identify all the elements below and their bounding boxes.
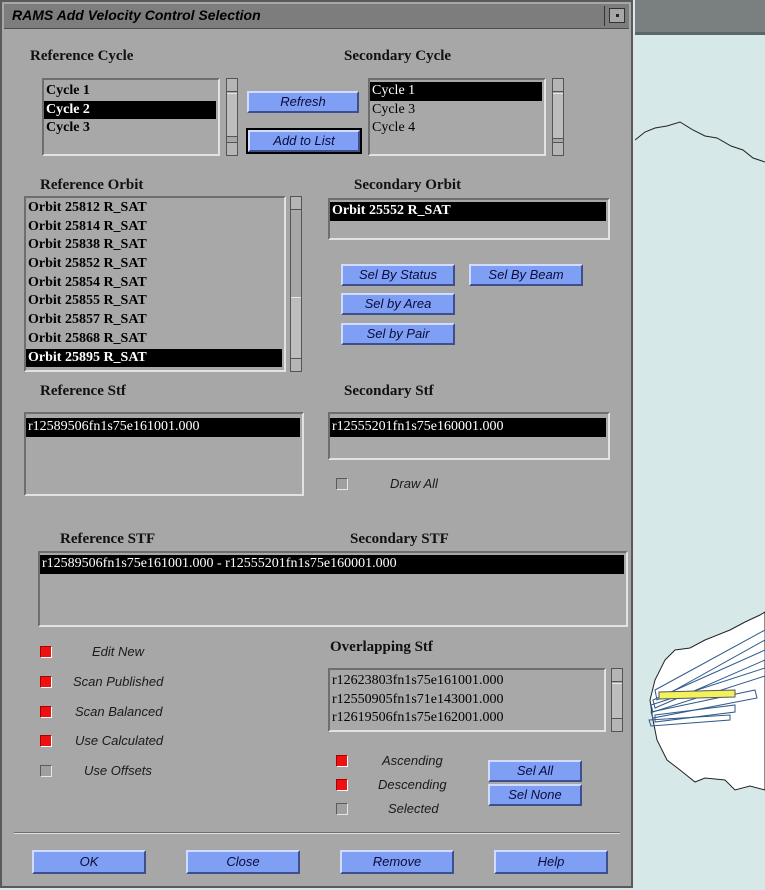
list-item[interactable]: Orbit 25854 R_SAT	[26, 274, 284, 293]
list-item[interactable]: Cycle 3	[370, 101, 544, 120]
scan-published-label: Scan Published	[73, 674, 164, 689]
scroll-up-arrow-icon[interactable]	[553, 79, 563, 92]
reference-stf-label: Reference Stf	[40, 383, 126, 399]
scroll-thumb[interactable]	[227, 93, 237, 137]
secondary-cycle-list[interactable]: Cycle 1 Cycle 3 Cycle 4	[368, 78, 546, 156]
map-graphics	[635, 0, 765, 791]
descending-label: Descending	[378, 777, 447, 792]
list-item[interactable]: Cycle 4	[370, 119, 544, 138]
list-item[interactable]: Cycle 3	[44, 119, 218, 138]
list-item[interactable]: Cycle 2	[44, 100, 216, 120]
sel-by-beam-button[interactable]: Sel By Beam	[469, 264, 583, 286]
draw-all-checkbox[interactable]	[336, 478, 348, 490]
scroll-down-arrow-icon[interactable]	[227, 142, 237, 155]
list-item[interactable]: Cycle 1	[44, 82, 218, 101]
reference-stf-list[interactable]: r12589506fn1s75e161001.000	[24, 412, 304, 496]
sel-none-button[interactable]: Sel None	[488, 784, 582, 806]
use-calculated-checkbox[interactable]	[40, 735, 52, 747]
bottom-divider	[14, 832, 620, 834]
secondary-stf-label: Secondary Stf	[344, 383, 434, 399]
list-item[interactable]: Orbit 25852 R_SAT	[26, 255, 284, 274]
list-item[interactable]: r12589506fn1s75e161001.000 - r12555201fn…	[40, 555, 624, 574]
map-view[interactable]	[635, 0, 765, 890]
scroll-down-arrow-icon[interactable]	[612, 718, 622, 731]
title-separator	[604, 6, 605, 26]
scroll-down-arrow-icon[interactable]	[291, 358, 301, 371]
overlapping-stf-list[interactable]: r12623803fn1s75e161001.000 r12550905fn1s…	[328, 668, 606, 732]
secondary-cycle-label: Secondary Cycle	[344, 48, 452, 64]
scroll-thumb[interactable]	[612, 683, 622, 719]
list-item[interactable]: Orbit 25857 R_SAT	[26, 311, 284, 330]
scroll-up-arrow-icon[interactable]	[612, 669, 622, 682]
title-bar[interactable]: RAMS Add Velocity Control Selection	[4, 4, 629, 29]
list-item[interactable]: Cycle 1	[370, 82, 542, 101]
edit-new-label: Edit New	[92, 644, 145, 659]
draw-all-label: Draw All	[390, 476, 438, 491]
scroll-thumb[interactable]	[291, 297, 301, 359]
selected-label: Selected	[388, 801, 439, 816]
reference-cycle-label: Reference Cycle	[30, 48, 134, 64]
list-item[interactable]: Orbit 25868 R_SAT	[26, 330, 284, 349]
list-item[interactable]: Orbit 25895 R_SAT	[26, 348, 282, 368]
overlapping-stf-label: Overlapping Stf	[330, 639, 433, 655]
scroll-up-arrow-icon[interactable]	[291, 197, 301, 210]
sel-by-area-button[interactable]: Sel by Area	[341, 293, 455, 315]
list-item[interactable]: Orbit 25814 R_SAT	[26, 218, 284, 237]
reference-cycle-scrollbar[interactable]	[226, 78, 238, 156]
list-item[interactable]: r12623803fn1s75e161001.000	[330, 672, 604, 691]
list-item[interactable]: Orbit 25812 R_SAT	[26, 199, 284, 218]
list-item[interactable]: r12619506fn1s75e162001.000	[330, 709, 604, 728]
overlapping-stf-scrollbar[interactable]	[611, 668, 623, 732]
use-offsets-label: Use Offsets	[84, 763, 152, 778]
reference-cycle-list[interactable]: Cycle 1 Cycle 2 Cycle 3	[42, 78, 220, 156]
list-item[interactable]: r12550905fn1s71e143001.000	[330, 691, 604, 710]
selected-checkbox[interactable]	[336, 803, 348, 815]
list-item[interactable]: r12589506fn1s75e161001.000	[26, 418, 300, 437]
window-title: RAMS Add Velocity Control Selection	[12, 7, 261, 23]
secondary-orbit-label: Secondary Orbit	[354, 177, 462, 193]
reference-orbit-scrollbar[interactable]	[290, 196, 302, 372]
window-menu-icon[interactable]	[609, 8, 625, 23]
list-item[interactable]: Orbit 25552 R_SAT	[330, 202, 606, 221]
edit-new-checkbox[interactable]	[40, 646, 52, 658]
secondary-stf-pair-label: Secondary STF	[350, 531, 449, 547]
remove-button[interactable]: Remove	[340, 850, 454, 874]
reference-orbit-label: Reference Orbit	[40, 177, 144, 193]
list-item[interactable]: Orbit 25855 R_SAT	[26, 292, 284, 311]
list-item[interactable]: Orbit 25838 R_SAT	[26, 236, 284, 255]
list-item[interactable]: r12555201fn1s75e160001.000	[330, 418, 606, 437]
scroll-down-arrow-icon[interactable]	[553, 142, 563, 155]
sel-all-button[interactable]: Sel All	[488, 760, 582, 782]
scan-published-checkbox[interactable]	[40, 676, 52, 688]
dialog-window: RAMS Add Velocity Control Selection Refe…	[0, 0, 633, 888]
scan-balanced-checkbox[interactable]	[40, 706, 52, 718]
sel-by-status-button[interactable]: Sel By Status	[341, 264, 455, 286]
secondary-stf-list[interactable]: r12555201fn1s75e160001.000	[328, 412, 610, 460]
secondary-orbit-list[interactable]: Orbit 25552 R_SAT	[328, 198, 610, 240]
scroll-thumb[interactable]	[553, 93, 563, 139]
help-button[interactable]: Help	[494, 850, 608, 874]
pair-list[interactable]: r12589506fn1s75e161001.000 - r12555201fn…	[38, 551, 628, 627]
descending-checkbox[interactable]	[336, 779, 348, 791]
ascending-label: Ascending	[382, 753, 443, 768]
scroll-up-arrow-icon[interactable]	[227, 79, 237, 92]
close-button[interactable]: Close	[186, 850, 300, 874]
use-offsets-checkbox[interactable]	[40, 765, 52, 777]
scan-balanced-label: Scan Balanced	[75, 704, 163, 719]
ok-button[interactable]: OK	[32, 850, 146, 874]
use-calculated-label: Use Calculated	[75, 733, 164, 748]
add-to-list-button[interactable]: Add to List	[246, 128, 362, 154]
secondary-cycle-scrollbar[interactable]	[552, 78, 564, 156]
ascending-checkbox[interactable]	[336, 755, 348, 767]
reference-orbit-list[interactable]: Orbit 25812 R_SAT Orbit 25814 R_SAT Orbi…	[24, 196, 286, 372]
reference-stf-pair-label: Reference STF	[60, 531, 156, 547]
sel-by-pair-button[interactable]: Sel by Pair	[341, 323, 455, 345]
refresh-button[interactable]: Refresh	[247, 91, 359, 113]
